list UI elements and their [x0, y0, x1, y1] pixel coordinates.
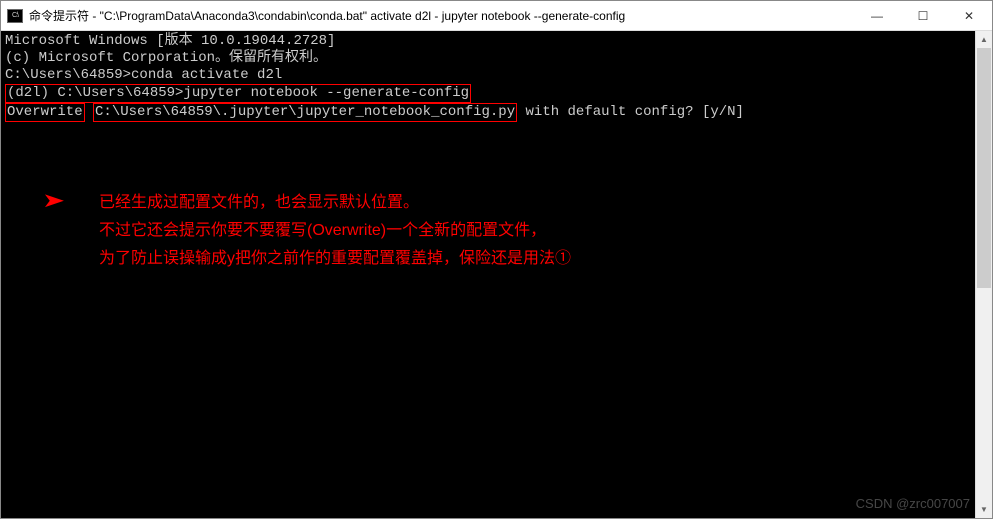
overwrite-tail: with default config? [y/N]: [517, 104, 744, 120]
window-title: 命令提示符 - "C:\ProgramData\Anaconda3\condab…: [29, 7, 625, 24]
annotation-line: 已经生成过配置文件的，也会显示默认位置。: [99, 189, 571, 217]
scrollbar-thumb[interactable]: [977, 48, 991, 288]
minimize-button[interactable]: —: [854, 1, 900, 30]
annotation-line: 为了防止误操输成y把你之前作的重要配置覆盖掉，保险还是用法①: [99, 245, 571, 273]
annotation-line: 不过它还会提示你要不要覆写(Overwrite)一个全新的配置文件，: [99, 217, 571, 245]
close-button[interactable]: ✕: [946, 1, 992, 30]
terminal-line: Microsoft Windows [版本 10.0.19044.2728]: [5, 33, 988, 50]
window-controls: — ☐ ✕: [854, 1, 992, 30]
vertical-scrollbar[interactable]: ▲ ▼: [975, 31, 992, 518]
maximize-button[interactable]: ☐: [900, 1, 946, 30]
annotation-text: 已经生成过配置文件的，也会显示默认位置。 不过它还会提示你要不要覆写(Overw…: [99, 189, 571, 273]
annotation-arrow-icon: ➤: [43, 196, 67, 213]
highlight-path: C:\Users\64859\.jupyter\jupyter_notebook…: [93, 103, 517, 122]
highlight-command: (d2l) C:\Users\64859>jupyter notebook --…: [5, 84, 471, 103]
app-icon: C:\: [7, 9, 23, 23]
terminal-line: C:\Users\64859>conda activate d2l: [5, 67, 988, 84]
scroll-up-icon[interactable]: ▲: [976, 31, 992, 48]
titlebar[interactable]: C:\ 命令提示符 - "C:\ProgramData\Anaconda3\co…: [1, 1, 992, 31]
terminal-line-highlighted: (d2l) C:\Users\64859>jupyter notebook --…: [5, 84, 988, 103]
watermark: CSDN @zrc007007: [856, 495, 970, 512]
terminal-line-overwrite: Overwrite C:\Users\64859\.jupyter\jupyte…: [5, 103, 988, 122]
highlight-overwrite: Overwrite: [5, 103, 85, 122]
command-prompt-window: C:\ 命令提示符 - "C:\ProgramData\Anaconda3\co…: [0, 0, 993, 519]
terminal-line: (c) Microsoft Corporation。保留所有权利。: [5, 50, 988, 67]
terminal-area[interactable]: Microsoft Windows [版本 10.0.19044.2728] (…: [1, 31, 992, 518]
scroll-down-icon[interactable]: ▼: [976, 501, 992, 518]
